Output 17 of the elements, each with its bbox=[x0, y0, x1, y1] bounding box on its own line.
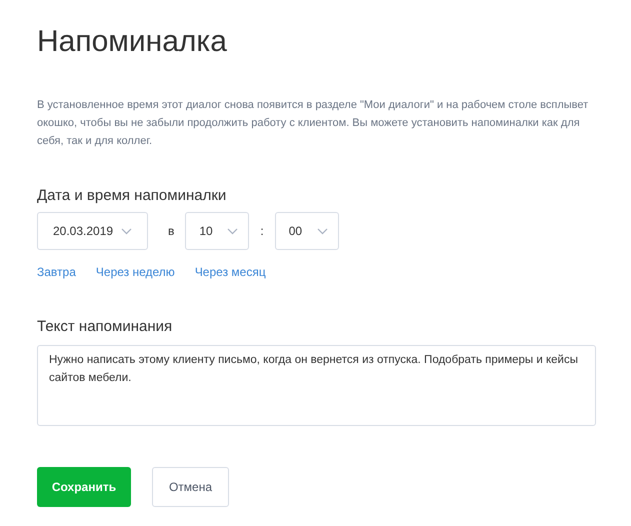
cancel-button[interactable]: Отмена bbox=[152, 467, 229, 507]
reminder-text-field[interactable]: Нужно написать этому клиенту письмо, когда он вернется из отпуска. Подобрать примеры и кейсы сайтов мебели. bbox=[37, 345, 596, 426]
reminder-label: Текст напоминания bbox=[37, 317, 172, 337]
datetime-label: Дата и время напоминалки bbox=[37, 186, 226, 206]
quick-date-link[interactable]: Через месяц bbox=[194, 265, 266, 279]
minute-select[interactable]: 00 bbox=[274, 212, 339, 250]
chevron-down-icon bbox=[121, 228, 132, 234]
page-title: Напоминалка bbox=[37, 24, 227, 60]
colon-text: : bbox=[260, 224, 264, 238]
chevron-down-icon bbox=[316, 228, 328, 234]
hour-select[interactable]: 10 bbox=[185, 212, 250, 250]
date-select[interactable]: 20.03.2019 bbox=[37, 212, 148, 250]
description-text: В установленное время этот диалог снова появится в разделе "Мои диалоги" и на рабочем столе всплывет окошко, чтобы вы не забыли продолжить работу с клиентом. Вы можете установить напоминалки как для себя, так и для коллег. bbox=[37, 98, 590, 149]
quick-date-link[interactable]: Через неделю bbox=[96, 265, 175, 279]
at-text: в bbox=[168, 224, 174, 238]
quick-date-link[interactable]: Завтра bbox=[37, 265, 76, 279]
chevron-down-icon bbox=[227, 228, 238, 234]
